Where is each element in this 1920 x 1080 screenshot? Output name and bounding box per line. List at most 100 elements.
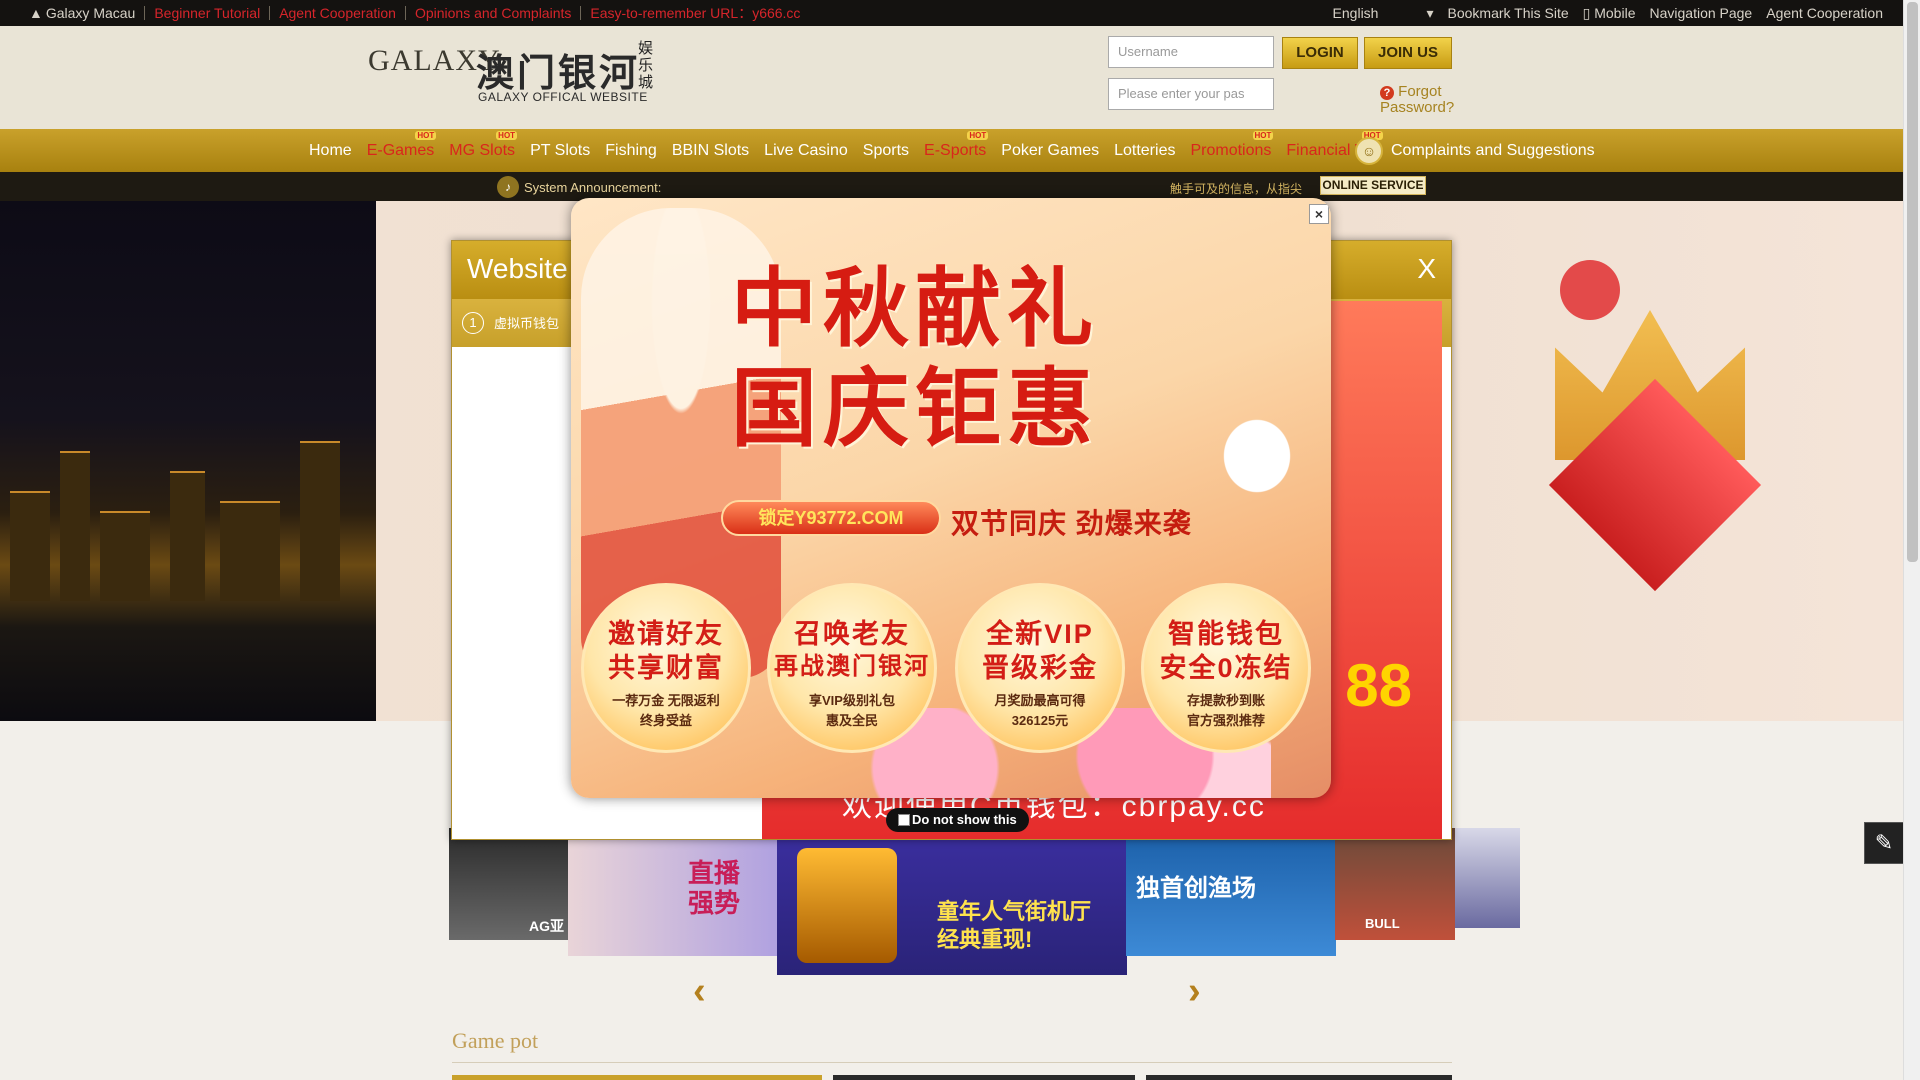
- nav-item-lotteries[interactable]: Lotteries: [1114, 142, 1175, 160]
- tab-label: 虚拟币钱包: [494, 316, 560, 331]
- divider: [452, 1062, 1452, 1063]
- mobile-link[interactable]: ▯ Mobile: [1583, 5, 1636, 22]
- nav-items: Home E-Games HOT MG Slots HOT PT Slots Fishing…: [309, 129, 1383, 172]
- popup-slogan: 双节同庆 劲爆来袭: [951, 508, 1192, 539]
- announcement-bar: ♪ System Announcement: 触手可及的信息，从指尖 ONLIN…: [0, 172, 1903, 201]
- carousel-next-icon[interactable]: ›: [1188, 970, 1201, 1013]
- nav-item-label: E-Sports: [924, 141, 987, 159]
- coin-detail: 享VIP级别礼包: [809, 693, 895, 708]
- game-tile-bull[interactable]: BULL: [1335, 828, 1455, 940]
- dont-show-toggle[interactable]: Do not show this: [886, 808, 1029, 832]
- game-tile-extra[interactable]: [1455, 828, 1520, 928]
- bell-icon: ♪: [497, 176, 519, 198]
- modal-close-button[interactable]: X: [1417, 253, 1436, 285]
- nav-item-label: Lotteries: [1114, 141, 1176, 159]
- promo-coin-recall[interactable]: 召唤老友 再战澳门银河 享VIP级别礼包 惠及全民: [767, 583, 937, 753]
- scrollbar-thumb[interactable]: [1907, 2, 1918, 562]
- coin-detail: 官方强烈推荐: [1186, 713, 1265, 728]
- slot-machine-icon: [797, 848, 897, 963]
- building-shape: [300, 441, 340, 601]
- promo-popup: 中秋献礼 国庆钜惠 锁定Y93772.COM 双节同庆 劲爆来袭 邀请好友 共享…: [571, 198, 1331, 798]
- nav-item-label: E-Games: [366, 141, 435, 159]
- coin-detail: 一荐万金 无限返利: [612, 693, 720, 708]
- login-button[interactable]: LOGIN: [1282, 37, 1358, 69]
- game-tile-fishing[interactable]: 独首创渔场: [1126, 828, 1336, 956]
- logo-en: GALAXY OFFICAL WEBSITE: [478, 90, 648, 104]
- game-tile-arcade[interactable]: 童年人气街机厅 经典重现!: [777, 828, 1127, 975]
- nav-item-label: Poker Games: [1001, 141, 1100, 159]
- question-icon: ?: [1380, 86, 1394, 100]
- nav-item-e-games[interactable]: E-Games HOT: [366, 130, 437, 160]
- promo-digits: 88: [1345, 652, 1412, 719]
- building-shape: [60, 451, 90, 601]
- promo-coin-vip[interactable]: 全新VIP 晋级彩金 月奖励最高可得 326125元: [955, 583, 1125, 753]
- online-service-button[interactable]: ONLINE SERVICE: [1320, 176, 1426, 195]
- nav-item-e-sports[interactable]: E-Sports HOT: [924, 130, 989, 160]
- hot-badge: HOT: [415, 130, 437, 140]
- carousel-prev-icon[interactable]: ‹: [693, 970, 706, 1013]
- rocket-icon: [1560, 260, 1620, 320]
- password-input[interactable]: Please enter your pas: [1108, 78, 1274, 110]
- building-shape: [10, 491, 50, 601]
- site-logo[interactable]: GALAXY 澳门银河 GALAXY OFFICAL WEBSITE 娱乐城: [368, 36, 668, 121]
- game-pot-tile[interactable]: [833, 1075, 1135, 1080]
- language-select[interactable]: English ▾: [1333, 5, 1434, 22]
- nav-item-live-casino[interactable]: Live Casino: [764, 142, 848, 160]
- easy-url-link[interactable]: Easy-to-remember URL：y666.cc: [581, 6, 809, 20]
- nav-item-label: Sports: [862, 141, 910, 159]
- coin-detail: 月奖励最高可得: [994, 693, 1086, 708]
- agent-cooperation-link[interactable]: Agent Cooperation: [270, 6, 406, 20]
- nav-item-label: BBIN Slots: [671, 141, 750, 159]
- top-bar-left: ▲ Galaxy Macau Beginner Tutorial Agent Co…: [20, 0, 809, 26]
- crane-illustration: [1191, 408, 1301, 528]
- nav-item-pt-slots[interactable]: PT Slots: [530, 142, 590, 160]
- hot-badge: HOT: [1252, 130, 1274, 140]
- popup-close-icon[interactable]: ×: [1309, 204, 1329, 224]
- nav-item-home[interactable]: Home: [309, 142, 352, 160]
- dont-show-checkbox[interactable]: [898, 814, 910, 826]
- game-tile-ag[interactable]: AG亚: [449, 828, 569, 940]
- promo-coin-invite[interactable]: 邀请好友 共享财富 一荐万金 无限返利 终身受益: [581, 583, 751, 753]
- forgot-password-link[interactable]: ? Forgot Password?: [1380, 84, 1470, 116]
- nav-item-promotions[interactable]: Promotions HOT: [1190, 130, 1274, 160]
- coin-detail: 存提款秒到账: [1186, 693, 1265, 708]
- coin-subheading: 晋级彩金: [982, 653, 1098, 683]
- floating-chat-icon[interactable]: ✎: [1864, 822, 1904, 864]
- brand-link[interactable]: ▲ Galaxy Macau: [20, 5, 146, 21]
- nav-item-bbin-slots[interactable]: BBIN Slots: [672, 142, 749, 160]
- game-pot-title: Game pot: [452, 1028, 539, 1053]
- logo-cn: 澳门银河: [476, 53, 641, 95]
- building-shape: [220, 501, 280, 601]
- coin-subheading: 共享财富: [608, 653, 724, 683]
- nav-item-mg-slots[interactable]: MG Slots HOT: [449, 130, 518, 160]
- nav-item-label: MG Slots: [449, 141, 516, 159]
- complaints-link[interactable]: ☺ Complaints and Suggestions: [1355, 137, 1595, 165]
- hot-badge: HOT: [967, 130, 989, 140]
- coin-detail: 326125元: [1011, 713, 1069, 728]
- beginner-tutorial-link[interactable]: Beginner Tutorial: [145, 6, 271, 20]
- nav-item-label: Fishing: [605, 141, 657, 159]
- join-button[interactable]: JOIN US: [1364, 37, 1452, 69]
- opinions-link[interactable]: Opinions and Complaints: [406, 6, 582, 20]
- game-tile-live[interactable]: 直播 强势: [568, 828, 778, 956]
- announcement-marquee[interactable]: 触手可及的信息，从指尖: [1170, 180, 1302, 197]
- username-input[interactable]: Username: [1108, 36, 1274, 68]
- promo-coin-wallet[interactable]: 智能钱包 安全0冻结 存提款秒到账 官方强烈推荐: [1141, 583, 1311, 753]
- coin-detail: 终身受益: [639, 713, 692, 728]
- agent-cooperation-link-right[interactable]: Agent Cooperation: [1766, 5, 1883, 21]
- chevron-down-icon: ▾: [1426, 4, 1434, 21]
- announcement: ♪ System Announcement:: [497, 176, 661, 198]
- popup-url-pill: 锁定Y93772.COM: [721, 500, 941, 536]
- game-pot-tile[interactable]: [452, 1075, 822, 1080]
- galaxy-logo-icon: ▲: [29, 5, 43, 21]
- navigation-page-link[interactable]: Navigation Page: [1649, 5, 1752, 21]
- scrollbar[interactable]: [1903, 0, 1920, 1080]
- phone-icon: ▯: [1582, 4, 1591, 21]
- nav-item-sports[interactable]: Sports: [863, 142, 909, 160]
- nav-item-poker-games[interactable]: Poker Games: [1001, 142, 1099, 160]
- modal-title: Website: [467, 253, 568, 284]
- coin-detail: 惠及全民: [825, 713, 878, 728]
- game-pot-tile[interactable]: [1146, 1075, 1452, 1080]
- nav-item-fishing[interactable]: Fishing: [605, 142, 657, 160]
- bookmark-link[interactable]: Bookmark This Site: [1448, 5, 1569, 21]
